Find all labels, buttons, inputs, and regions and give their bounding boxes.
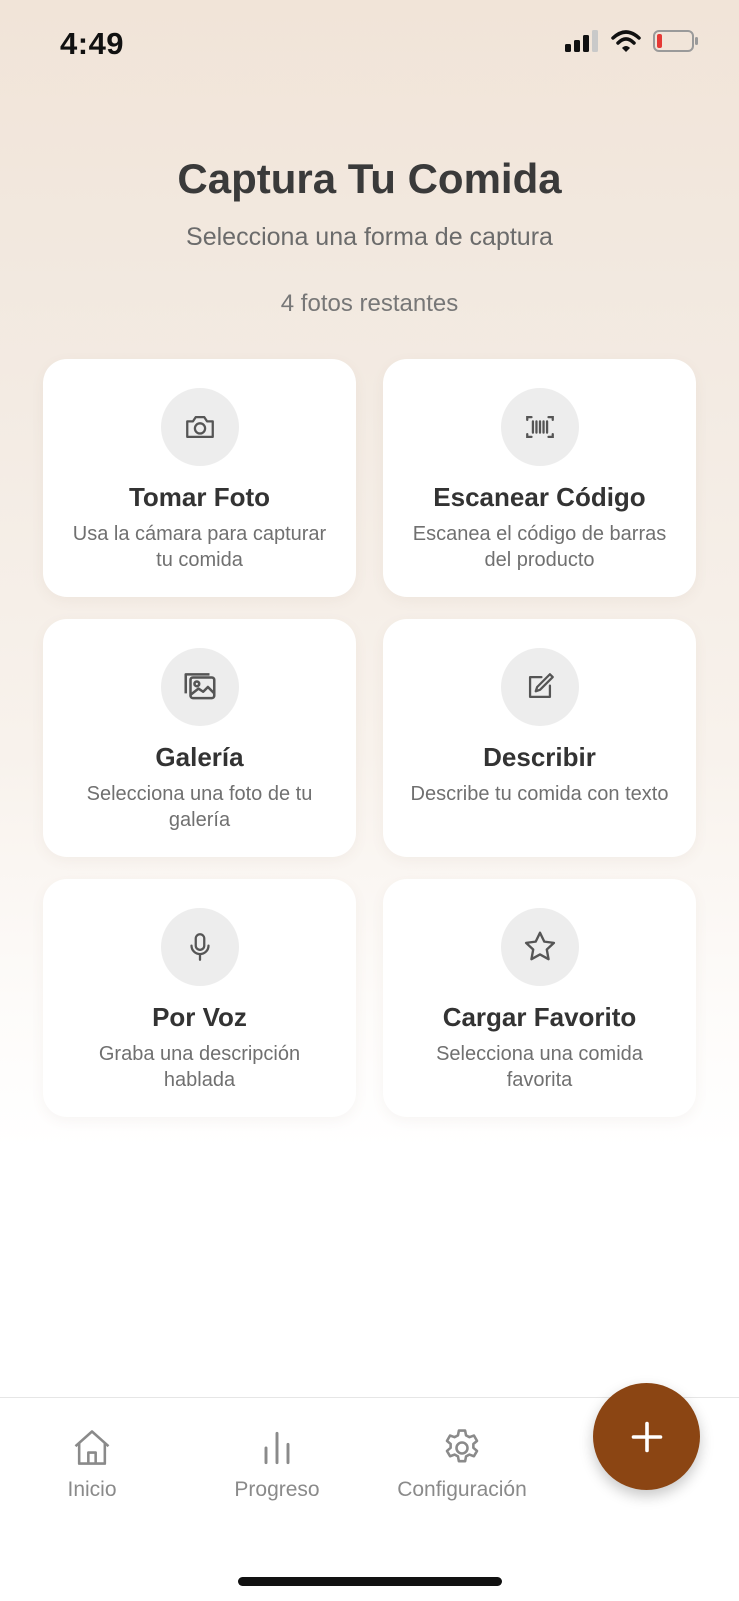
camera-icon	[185, 415, 214, 439]
describe-card[interactable]: Describir Describe tu comida con texto	[383, 619, 696, 857]
card-title: Escanear Código	[433, 482, 646, 512]
status-time: 4:49	[60, 26, 125, 61]
card-title: Galería	[155, 742, 244, 772]
card-description: Selecciona una foto de tu galería	[86, 783, 313, 831]
tab-label: Inicio	[67, 1478, 117, 1501]
photos-remaining-text: 4 fotos restantes	[280, 290, 459, 317]
scan-barcode-card[interactable]: Escanear Código Escanea el código de bar…	[383, 359, 696, 597]
battery-icon	[653, 30, 698, 52]
image-icon	[183, 673, 216, 700]
capture-options-grid: Tomar Foto Usa la cámara para capturar t…	[43, 359, 696, 1117]
status-bar: 4:49	[0, 0, 739, 90]
plus-icon	[631, 1421, 662, 1452]
gallery-card[interactable]: Galería Selecciona una foto de tu galerí…	[43, 619, 356, 857]
card-title: Describir	[483, 742, 596, 772]
microphone-icon	[189, 933, 210, 961]
page-subtitle: Selecciona una forma de captura	[186, 223, 553, 251]
tab-progreso[interactable]: Progreso	[197, 1426, 357, 1502]
wifi-icon	[611, 30, 641, 52]
card-description: Describe tu comida con texto	[410, 783, 669, 805]
star-icon	[524, 931, 555, 961]
add-button[interactable]	[593, 1383, 700, 1490]
tab-label: Progreso	[234, 1478, 320, 1501]
favorite-card[interactable]: Cargar Favorito Selecciona una comida fa…	[383, 879, 696, 1117]
home-indicator	[238, 1577, 502, 1586]
tab-label: Configuración	[397, 1478, 527, 1501]
status-icons	[565, 30, 699, 52]
signal-icon	[565, 30, 598, 52]
tab-configuracion[interactable]: Configuración	[382, 1426, 542, 1502]
tab-inicio[interactable]: Inicio	[12, 1426, 172, 1502]
card-description: Graba una descripción hablada	[98, 1043, 301, 1091]
card-description: Usa la cámara para capturar tu comida	[72, 523, 327, 571]
edit-icon	[528, 673, 554, 699]
barcode-icon	[525, 415, 554, 439]
card-title: Tomar Foto	[128, 482, 271, 512]
home-icon	[74, 1430, 110, 1465]
header: Captura Tu Comida Selecciona una forma d…	[0, 155, 739, 252]
page-title: Captura Tu Comida	[177, 155, 562, 202]
voice-card[interactable]: Por Voz Graba una descripción hablada	[43, 879, 356, 1117]
card-title: Por Voz	[152, 1002, 247, 1032]
bar-chart-icon	[264, 1431, 290, 1465]
take-photo-card[interactable]: Tomar Foto Usa la cámara para capturar t…	[43, 359, 356, 597]
card-title: Cargar Favorito	[442, 1002, 637, 1032]
card-description: Selecciona una comida favorita	[436, 1043, 643, 1091]
gear-icon	[445, 1429, 479, 1463]
card-description: Escanea el código de barras del producto	[412, 523, 667, 571]
